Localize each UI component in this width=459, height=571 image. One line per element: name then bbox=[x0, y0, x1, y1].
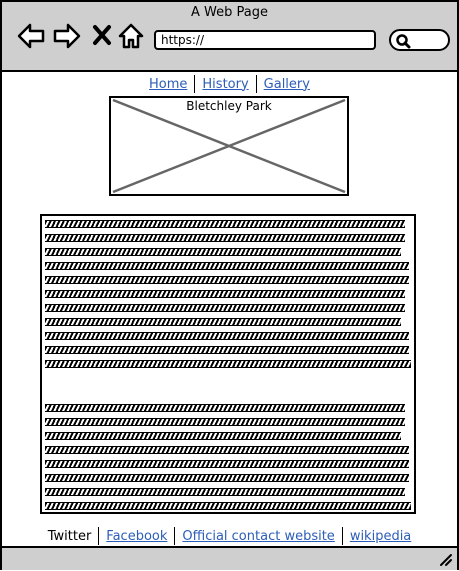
scribble-text-line bbox=[45, 234, 405, 242]
footer-item-twitter: Twitter bbox=[47, 528, 92, 544]
scribble-text-line bbox=[45, 276, 409, 284]
nav-link-history[interactable]: History bbox=[195, 77, 255, 92]
scribble-text-line bbox=[45, 318, 401, 326]
scribble-text-line bbox=[45, 262, 409, 270]
scribble-text-line bbox=[45, 446, 409, 454]
scribble-text-line bbox=[45, 360, 411, 368]
text-content-placeholder bbox=[40, 214, 416, 514]
url-input[interactable]: https:// bbox=[154, 30, 376, 50]
image-placeholder: Bletchley Park bbox=[109, 96, 349, 196]
scribble-text-line bbox=[45, 290, 405, 298]
browser-window: A Web Page https:// Home History Gallery B… bbox=[0, 0, 459, 570]
close-icon[interactable] bbox=[92, 24, 112, 50]
nav-link-home[interactable]: Home bbox=[142, 77, 194, 92]
footer-link-facebook[interactable]: Facebook bbox=[99, 529, 174, 544]
scribble-text-line bbox=[45, 220, 405, 228]
search-field[interactable] bbox=[389, 29, 450, 51]
nav-link-gallery[interactable]: Gallery bbox=[257, 77, 317, 92]
scribble-text-line bbox=[45, 460, 409, 468]
footer-link-wikipedia[interactable]: wikipedia bbox=[343, 529, 418, 544]
scribble-text-line bbox=[45, 346, 409, 354]
forward-arrow-icon[interactable] bbox=[52, 22, 82, 54]
scribble-text-line bbox=[45, 488, 405, 496]
back-arrow-icon[interactable] bbox=[16, 22, 46, 54]
scribble-text-line bbox=[45, 418, 405, 426]
footer-link-official-website[interactable]: Official contact website bbox=[175, 529, 341, 544]
window-title: A Web Page bbox=[191, 5, 268, 20]
footer-navigation: Twitter Facebook Official contact website w… bbox=[2, 527, 457, 545]
browser-toolbar: A Web Page https:// bbox=[2, 2, 457, 72]
scribble-text-line bbox=[45, 248, 401, 256]
resize-grip-icon[interactable] bbox=[439, 552, 453, 571]
image-caption: Bletchley Park bbox=[186, 99, 272, 113]
scribble-text-line bbox=[45, 332, 409, 340]
home-icon[interactable] bbox=[118, 22, 144, 54]
top-navigation: Home History Gallery bbox=[2, 75, 457, 93]
scribble-text-line bbox=[45, 474, 409, 482]
scribble-text-line bbox=[45, 404, 405, 412]
scribble-text-line bbox=[45, 304, 405, 312]
status-bar bbox=[2, 546, 457, 570]
scribble-text-line bbox=[45, 502, 411, 510]
scribble-text-line bbox=[45, 432, 401, 440]
